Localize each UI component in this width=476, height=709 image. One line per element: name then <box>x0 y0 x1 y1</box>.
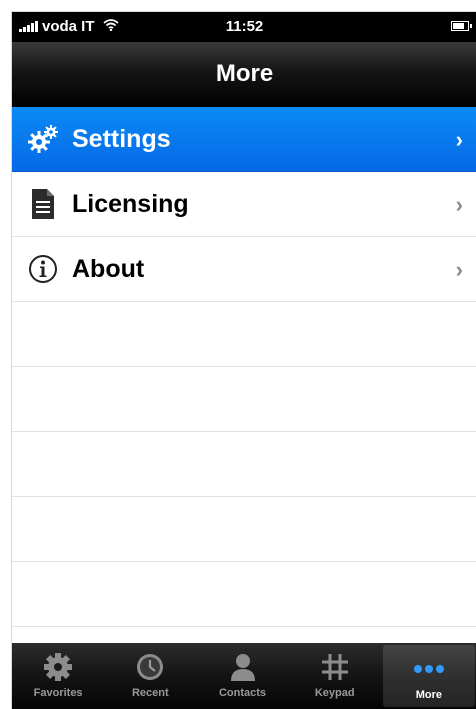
tab-more[interactable]: More <box>382 645 476 707</box>
menu-item-licensing[interactable]: Licensing › <box>12 172 476 237</box>
chevron-right-icon: › <box>455 257 463 282</box>
tab-recent[interactable]: Recent <box>104 643 196 709</box>
status-bar: voda IT 11:52 <box>12 12 476 42</box>
chevron-right-icon: › <box>455 192 463 217</box>
tab-label: More <box>415 689 443 701</box>
empty-row <box>12 302 476 367</box>
gears-icon <box>26 122 60 156</box>
app-frame: voda IT 11:52 More Settings › Licensing … <box>11 11 476 709</box>
empty-row <box>12 432 476 497</box>
battery-icon <box>451 21 472 31</box>
tab-label: Recent <box>131 687 169 699</box>
menu-item-about[interactable]: About › <box>12 237 476 302</box>
menu-item-label: About <box>72 254 145 283</box>
tab-favorites[interactable]: Favorites <box>12 643 104 709</box>
more-menu-list: Settings › Licensing › About › <box>12 107 476 627</box>
clock-icon <box>132 651 168 683</box>
tab-keypad[interactable]: Keypad <box>289 643 381 709</box>
menu-item-settings[interactable]: Settings › <box>12 107 476 172</box>
status-time: 11:52 <box>225 18 264 35</box>
tab-label: Contacts <box>218 687 267 699</box>
person-icon <box>225 651 261 683</box>
empty-row <box>12 367 476 432</box>
nav-title: More <box>12 42 476 107</box>
tab-contacts[interactable]: Contacts <box>196 643 288 709</box>
empty-row <box>12 497 476 562</box>
tab-label: Keypad <box>314 687 355 699</box>
tab-bar: Favorites Recent Contacts Keypad More <box>12 643 476 709</box>
gear-icon <box>40 651 76 683</box>
menu-item-label: Settings <box>72 124 171 153</box>
menu-item-label: Licensing <box>72 189 189 218</box>
hash-icon <box>317 651 353 683</box>
chevron-right-icon: › <box>455 127 463 152</box>
document-icon <box>26 187 60 221</box>
empty-row <box>12 562 476 627</box>
info-icon <box>26 252 60 286</box>
tab-label: Favorites <box>33 687 83 699</box>
battery-fill <box>453 23 464 29</box>
dots-icon <box>411 653 447 685</box>
